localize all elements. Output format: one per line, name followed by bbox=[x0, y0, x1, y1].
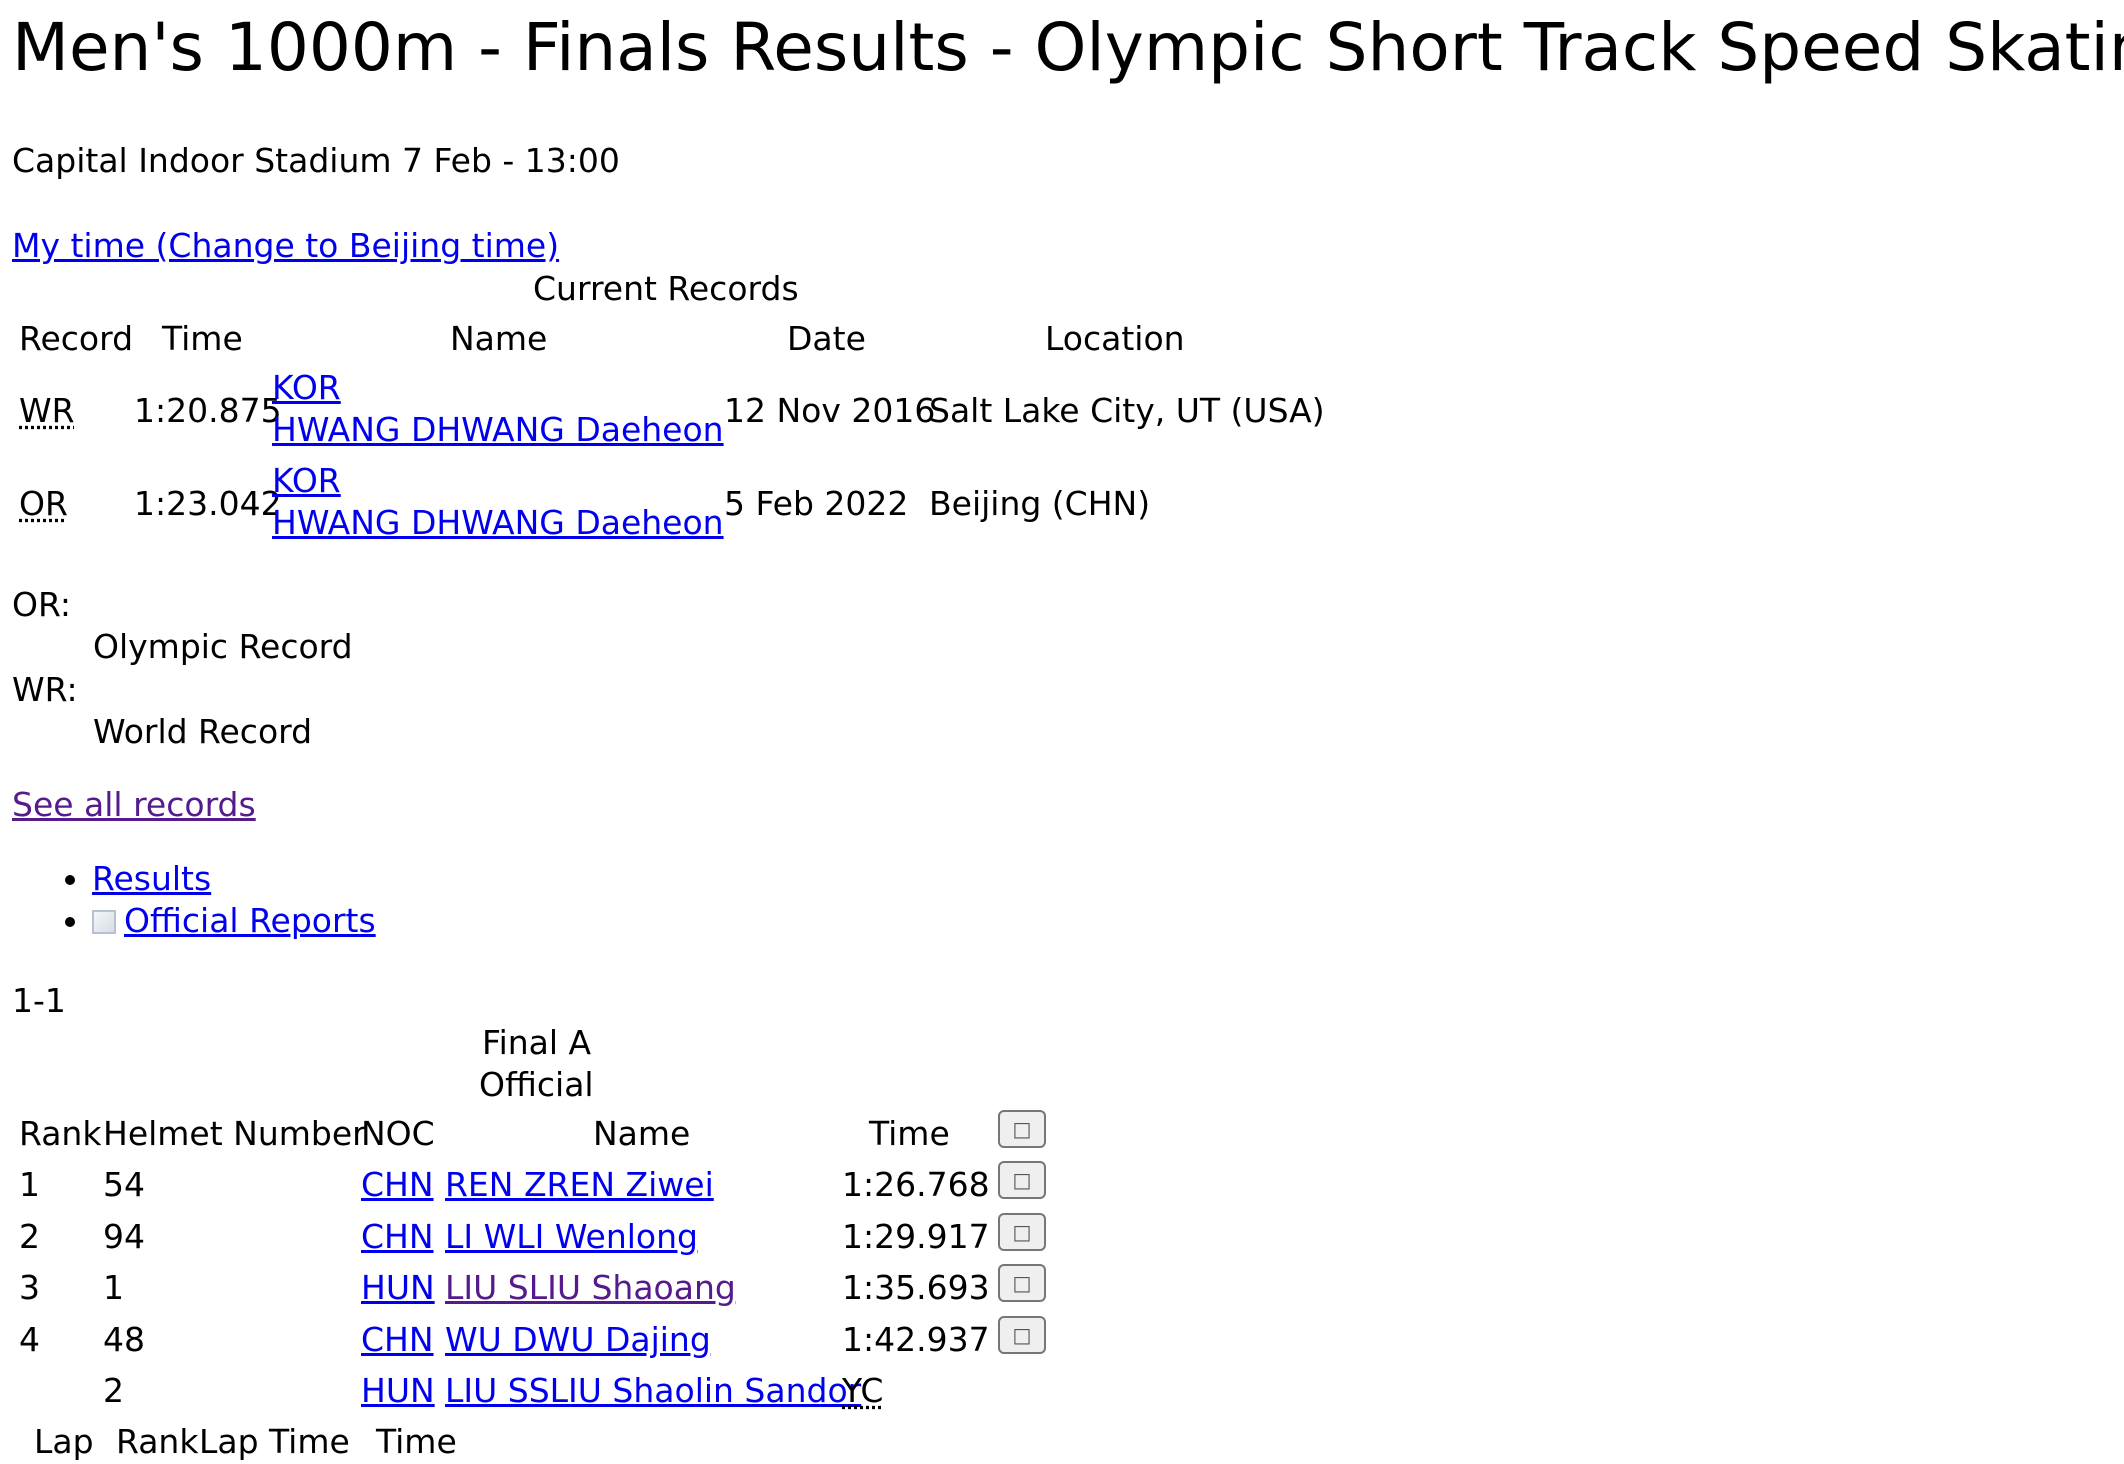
result-helmet: 54 bbox=[103, 1165, 145, 1204]
results-tab-link[interactable]: Results bbox=[92, 859, 211, 898]
lap-header-time: Time bbox=[376, 1422, 457, 1461]
official-reports-tab-link[interactable]: Official Reports bbox=[92, 901, 376, 940]
result-rank: 4 bbox=[19, 1320, 40, 1359]
legend-definition-wr: World Record bbox=[93, 712, 313, 751]
result-helmet: 2 bbox=[103, 1371, 124, 1410]
tab-results: Results bbox=[92, 858, 376, 900]
result-time: 1:42.937 bbox=[842, 1320, 990, 1359]
record-date: 5 Feb 2022 bbox=[724, 484, 909, 523]
results-header-time: Time bbox=[869, 1114, 950, 1153]
expand-row-button[interactable]: □ bbox=[998, 1316, 1046, 1354]
result-rank: 2 bbox=[19, 1217, 40, 1256]
expand-row-button[interactable]: □ bbox=[998, 1264, 1046, 1302]
records-header-record: Record bbox=[19, 319, 134, 358]
result-athlete-link[interactable]: LIU SLIU Shaoang bbox=[445, 1267, 736, 1310]
result-noc-link[interactable]: CHN bbox=[361, 1216, 434, 1259]
record-time: 1:23.042 bbox=[134, 484, 282, 523]
results-header-name: Name bbox=[593, 1114, 691, 1153]
phase-label: 1-1 bbox=[12, 981, 66, 1020]
legend-term-wr: WR: bbox=[12, 670, 78, 709]
tab-official-reports: Official Reports bbox=[92, 900, 376, 942]
record-code-or: OR bbox=[19, 484, 68, 523]
time-toggle-link[interactable]: My time (Change to Beijing time) bbox=[12, 225, 559, 268]
records-header-name: Name bbox=[450, 319, 548, 358]
result-athlete-link[interactable]: WU DWU Dajing bbox=[445, 1319, 711, 1362]
record-date: 12 Nov 2016 bbox=[724, 391, 936, 430]
records-header-date: Date bbox=[787, 319, 866, 358]
official-reports-label: Official Reports bbox=[124, 901, 376, 940]
records-header-location: Location bbox=[1045, 319, 1185, 358]
result-noc-link[interactable]: CHN bbox=[361, 1164, 434, 1207]
result-rank: 1 bbox=[19, 1165, 40, 1204]
lap-header-lap: Lap bbox=[34, 1422, 94, 1461]
result-helmet: 1 bbox=[103, 1268, 124, 1307]
record-location: Salt Lake City, UT (USA) bbox=[929, 391, 1325, 430]
result-helmet: 94 bbox=[103, 1217, 145, 1256]
results-header-noc: NOC bbox=[361, 1114, 435, 1153]
lap-header-lap-time: Lap Time bbox=[199, 1422, 350, 1461]
page-title: Men's 1000m - Finals Results - Olympic S… bbox=[12, 9, 2124, 86]
result-noc-link[interactable]: HUN bbox=[361, 1370, 435, 1413]
results-header-helmet: Helmet Number bbox=[103, 1114, 366, 1153]
final-status: Official bbox=[479, 1065, 594, 1104]
report-image-icon bbox=[92, 910, 116, 934]
lap-header-rank: Rank bbox=[116, 1422, 199, 1461]
expand-row-button[interactable]: □ bbox=[998, 1213, 1046, 1251]
record-athlete-link[interactable]: HWANG DHWANG Daeheon bbox=[272, 502, 724, 545]
record-time: 1:20.875 bbox=[134, 391, 282, 430]
record-athlete-link[interactable]: HWANG DHWANG Daeheon bbox=[272, 409, 724, 452]
results-tabs: Results Official Reports bbox=[12, 858, 376, 942]
result-noc-link[interactable]: HUN bbox=[361, 1267, 435, 1310]
records-caption: Current Records bbox=[533, 269, 799, 308]
result-noc-link[interactable]: CHN bbox=[361, 1319, 434, 1362]
result-time: 1:35.693 bbox=[842, 1268, 990, 1307]
result-status-abbr: YC bbox=[842, 1371, 884, 1410]
result-athlete-link[interactable]: LI WLI Wenlong bbox=[445, 1216, 698, 1259]
expand-all-button[interactable]: □ bbox=[998, 1110, 1046, 1148]
results-header-rank: Rank bbox=[19, 1114, 102, 1153]
result-time: 1:29.917 bbox=[842, 1217, 990, 1256]
final-caption: Final A bbox=[482, 1023, 592, 1062]
record-code-wr: WR bbox=[19, 391, 75, 430]
expand-row-button[interactable]: □ bbox=[998, 1161, 1046, 1199]
result-time: 1:26.768 bbox=[842, 1165, 990, 1204]
result-helmet: 48 bbox=[103, 1320, 145, 1359]
result-athlete-link[interactable]: REN ZREN Ziwei bbox=[445, 1164, 714, 1207]
legend-definition-or: Olympic Record bbox=[93, 627, 353, 666]
records-header-time: Time bbox=[162, 319, 243, 358]
result-athlete-link[interactable]: LIU SSLIU Shaolin Sandor bbox=[445, 1370, 861, 1413]
record-noc-link[interactable]: KOR bbox=[272, 367, 341, 410]
legend-term-or: OR: bbox=[12, 585, 72, 624]
venue-date-line: Capital Indoor Stadium 7 Feb - 13:00 bbox=[12, 141, 620, 180]
result-rank: 3 bbox=[19, 1268, 40, 1307]
see-all-records-link[interactable]: See all records bbox=[12, 784, 256, 827]
record-noc-link[interactable]: KOR bbox=[272, 460, 341, 503]
record-location: Beijing (CHN) bbox=[929, 484, 1151, 523]
